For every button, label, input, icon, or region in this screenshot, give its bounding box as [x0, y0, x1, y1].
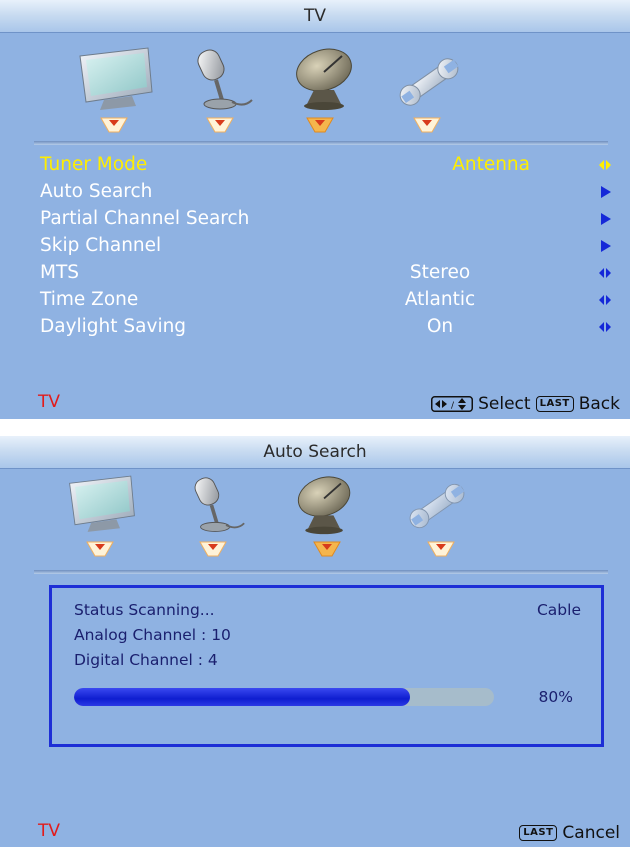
- wrench-icon[interactable]: [396, 52, 462, 112]
- footer-input-label: TV: [38, 821, 61, 841]
- scan-progress-percent: 80%: [538, 688, 573, 706]
- menu-item-label: Auto Search: [40, 181, 153, 202]
- footer-hints: LAST Cancel: [519, 823, 620, 843]
- tab-setup-indicator[interactable]: [412, 116, 442, 134]
- menu-item-value: On: [426, 316, 454, 337]
- divider: [34, 570, 608, 574]
- scan-progress-fill: [74, 688, 410, 706]
- left-right-arrow-icon: [599, 160, 611, 170]
- navigation-keys-icon: /: [431, 396, 474, 412]
- menu-item-label: Time Zone: [40, 289, 139, 310]
- menu-item-value: Stereo: [409, 262, 471, 283]
- tv-monitor-icon[interactable]: [76, 46, 156, 112]
- cancel-hint-text: Cancel: [562, 823, 620, 843]
- satellite-dish-icon: [297, 476, 351, 535]
- analog-channel-count: Analog Channel : 10: [74, 626, 231, 644]
- menu-item-value: Atlantic: [404, 289, 476, 310]
- left-right-arrow-icon: [599, 268, 611, 278]
- tab-audio-indicator: [199, 541, 227, 557]
- screen-title: TV: [0, 0, 630, 33]
- menu-item-auto-search[interactable]: Auto Search: [40, 178, 612, 205]
- screen-title: Auto Search: [0, 436, 630, 469]
- microphone-icon: [194, 477, 245, 532]
- menu-item-label: Daylight Saving: [40, 316, 187, 337]
- last-key-icon[interactable]: LAST: [535, 396, 574, 412]
- tab-tv-indicator: [86, 541, 114, 557]
- satellite-dish-icon[interactable]: [290, 46, 360, 112]
- menu-icon-tabs: [0, 472, 630, 582]
- tab-tv-indicator-active[interactable]: [305, 116, 335, 134]
- scan-status-text: Status Scanning...: [74, 601, 215, 619]
- svg-text:/: /: [451, 401, 455, 411]
- tv-menu-screen: TV Tuner Mode Antenna Auto Search Partia…: [0, 0, 630, 419]
- last-key-icon[interactable]: LAST: [519, 825, 558, 841]
- tab-tv-indicator[interactable]: [99, 116, 129, 134]
- menu-icon-tabs: [0, 40, 630, 150]
- microphone-icon[interactable]: [186, 48, 256, 114]
- tab-setup-indicator: [427, 541, 455, 557]
- auto-search-screen: Auto Search Status Scanning... Cable Ana…: [0, 436, 630, 847]
- right-arrow-icon: [601, 240, 611, 252]
- menu-item-partial-channel-search[interactable]: Partial Channel Search: [40, 205, 612, 232]
- scan-source-text: Cable: [536, 601, 581, 619]
- menu-item-label: Skip Channel: [40, 235, 162, 256]
- menu-item-value: Antenna: [452, 154, 530, 175]
- menu-item-mts[interactable]: MTS Stereo: [40, 259, 612, 286]
- tab-audio-indicator[interactable]: [205, 116, 235, 134]
- right-arrow-icon: [601, 213, 611, 225]
- footer-hints: / Select LAST Back: [431, 394, 620, 414]
- footer-input-label: TV: [38, 392, 61, 412]
- menu-item-label: MTS: [40, 262, 80, 283]
- scan-status-box: Status Scanning... Cable Analog Channel …: [49, 585, 604, 747]
- menu-item-tuner-mode[interactable]: Tuner Mode Antenna: [40, 151, 612, 178]
- menu-item-label: Partial Channel Search: [40, 208, 250, 229]
- left-right-arrow-icon: [599, 322, 611, 332]
- divider: [34, 141, 608, 145]
- menu-item-time-zone[interactable]: Time Zone Atlantic: [40, 286, 612, 313]
- scan-progress-bar: [74, 688, 494, 706]
- menu-item-daylight-saving[interactable]: Daylight Saving On: [40, 313, 612, 340]
- right-arrow-icon: [601, 186, 611, 198]
- left-right-arrow-icon: [599, 295, 611, 305]
- tab-tv-indicator-active: [313, 541, 341, 557]
- back-hint-text: Back: [578, 394, 620, 414]
- select-hint-text: Select: [478, 394, 531, 414]
- digital-channel-count: Digital Channel : 4: [74, 651, 218, 669]
- tv-monitor-icon: [69, 475, 135, 532]
- wrench-icon: [409, 483, 465, 529]
- menu-item-skip-channel[interactable]: Skip Channel: [40, 232, 612, 259]
